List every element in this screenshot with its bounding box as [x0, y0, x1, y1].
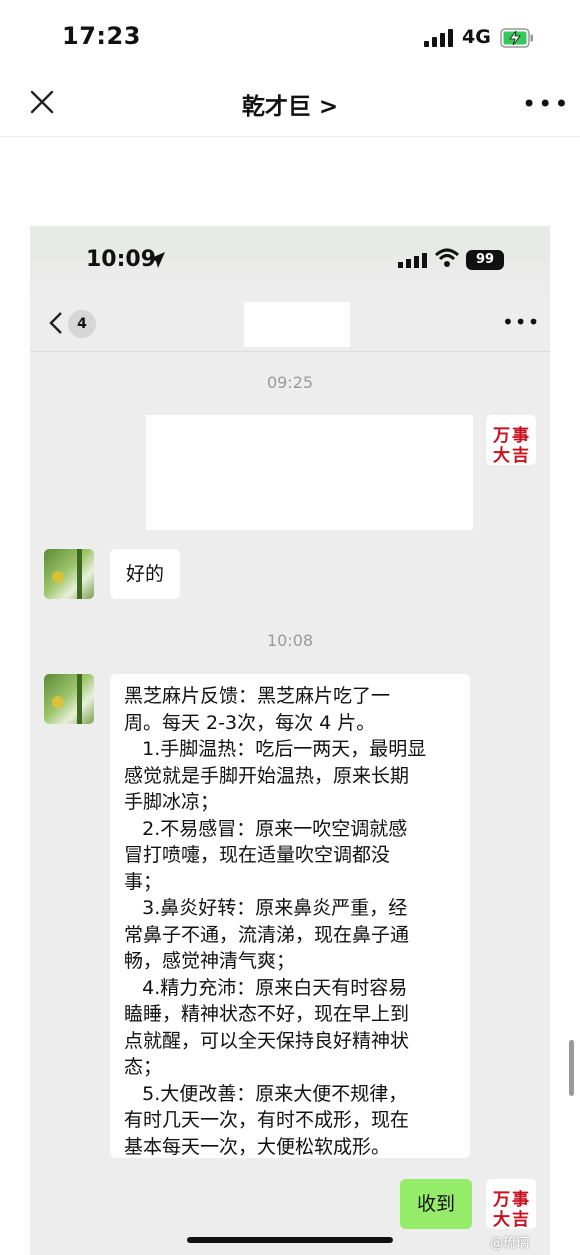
status-time: 17:23: [62, 22, 141, 50]
location-arrow-icon: [149, 252, 165, 268]
message-line: 手脚冰凉；: [124, 791, 220, 813]
unread-count-badge: 4: [68, 310, 96, 338]
signal-dots-icon: [398, 253, 427, 268]
message-line: 瞌睡，精神状态不好，现在早上到: [124, 1003, 410, 1025]
message-line: 常鼻子不通，流清涕，现在鼻子通: [124, 923, 410, 946]
message-line: 4.精力充沛：原来白天有时容易: [124, 976, 408, 999]
inner-battery: 99: [466, 250, 504, 270]
contact-avatar[interactable]: [44, 549, 94, 599]
message-line: 2.不易感冒：原来一吹空调就感: [124, 817, 408, 840]
message-line: 畅，感觉神清气爽；: [124, 950, 296, 972]
inner-nav-bar: 4 •••: [30, 294, 550, 352]
message-line: 态；: [124, 1056, 163, 1078]
watermark: @琉璃: [490, 1236, 530, 1251]
message-bubble[interactable]: 好的: [110, 549, 180, 599]
page-title[interactable]: 乾才巨 >: [0, 87, 580, 121]
redacted-chat-name: [244, 302, 350, 347]
battery-charging-icon: [500, 28, 533, 48]
message-line: 事；: [124, 870, 163, 893]
message-text: 好的: [125, 563, 164, 585]
back-icon[interactable]: [48, 311, 64, 335]
message-line: 3.鼻炎好转：原来鼻炎严重，经: [124, 897, 408, 919]
inner-status-bar: 10:09 99: [30, 226, 550, 294]
top-nav-bar: 乾才巨 > •••: [0, 70, 580, 137]
network-type: 4G: [462, 26, 491, 48]
chat-more-icon[interactable]: •••: [502, 310, 540, 334]
wifi-icon: [434, 248, 460, 267]
status-bar: 17:23 4G: [0, 0, 580, 70]
message-line: 感觉就是手脚开始温热，原来长期: [124, 764, 410, 787]
message-line: 1.手脚温热：吃后一两天，最明显: [124, 738, 427, 760]
inner-status-time: 10:09: [86, 247, 157, 272]
home-indicator: [187, 1237, 393, 1243]
reply-bubble[interactable]: 收到: [400, 1179, 472, 1229]
message-line: 5.大便改善：原来大便不规律，: [124, 1082, 408, 1105]
message-line: 周。每天 2-3次，每次 4 片。: [124, 711, 376, 734]
contact-avatar[interactable]: [44, 674, 94, 724]
message-line: 有时几天一次，有时不成形，现在: [124, 1109, 410, 1131]
message-line: 黑芝麻片反馈：黑芝麻片吃了一: [124, 685, 391, 707]
scrollbar[interactable]: [569, 1040, 574, 1096]
more-options-icon[interactable]: •••: [522, 90, 570, 118]
chat-screenshot: 10:09 99 4 ••• 09:25 万 事 大 吉 好的 10:08 黑芝…: [30, 226, 550, 1255]
timestamp: 09:25: [266, 373, 314, 392]
message-bubble[interactable]: 黑芝麻片反馈：黑芝麻片吃了一 周。每天 2-3次，每次 4 片。 1.手脚温热：吃…: [110, 674, 470, 1158]
message-line: 点就醒，可以全天保持良好精神状: [124, 1029, 410, 1052]
redacted-image-message[interactable]: [146, 415, 473, 530]
self-avatar[interactable]: 万 事 大 吉: [486, 415, 536, 466]
message-line: 基本每天一次，大便松软成形。: [124, 1135, 391, 1158]
reply-text: 收到: [416, 1193, 455, 1215]
message-line: 冒打喷嚏，现在适量吹空调都没: [124, 844, 391, 866]
timestamp: 10:08: [266, 631, 314, 650]
self-avatar[interactable]: 万 事 大 吉: [486, 1179, 536, 1230]
signal-icon: [424, 29, 454, 47]
